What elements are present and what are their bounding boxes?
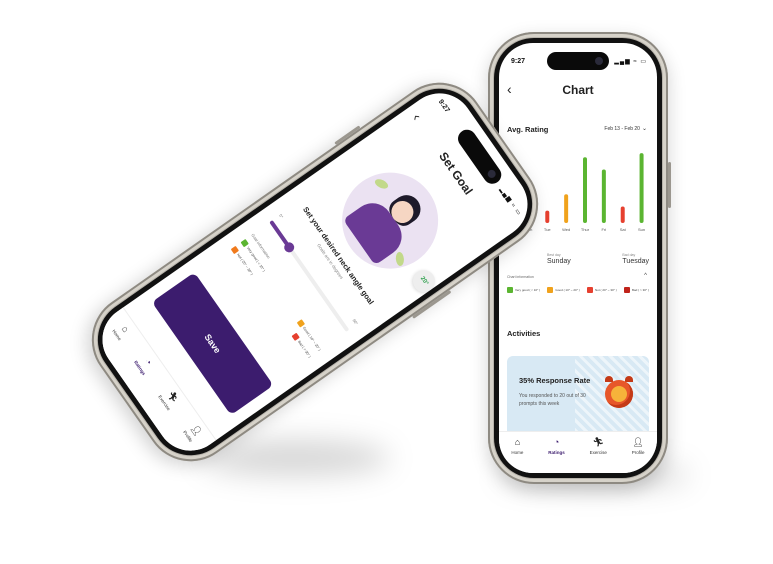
- tab-label: Profile: [631, 450, 645, 455]
- chart-screen: 9:27 ▂▄▆ ≈ ▭ ‹ Chart Avg. Rating Feb 13 …: [499, 43, 657, 473]
- x-tick-label: Thur: [581, 227, 590, 232]
- card-description: You responded to 20 out of 30 prompts th…: [519, 393, 586, 407]
- chart-bar: [620, 206, 625, 223]
- chart-bar: [639, 153, 644, 223]
- tab-ratings[interactable]: ◔ Ratings: [548, 437, 565, 455]
- page-title: Chart: [562, 83, 594, 97]
- legend-label: Bad ( > 30° ): [297, 339, 312, 359]
- legend-label: Very good ( < 10° ): [515, 288, 541, 292]
- tab-label: Ratings: [548, 450, 565, 455]
- stat-value: Tuesday: [622, 258, 649, 265]
- chart-info-label: Chart information: [507, 275, 534, 279]
- date-range-select[interactable]: Feb 13 - Feb 20 ⌄: [604, 125, 647, 132]
- tab-profile[interactable]: 👤︎ Profile: [632, 437, 645, 455]
- date-range-value: Feb 13 - Feb 20: [604, 126, 640, 132]
- status-icons: ▂▄▆ ≈ ▭: [614, 59, 647, 65]
- x-tick-label: Tue: [544, 227, 552, 232]
- legend-swatch: [624, 287, 630, 293]
- slider-min-label: 0°: [278, 213, 285, 220]
- status-time: 9:27: [436, 98, 451, 114]
- user-icon: 👤︎: [632, 437, 644, 447]
- chart-legend: Very good ( < 10° ) Good ( 10° ~ 20° ) N…: [507, 287, 649, 293]
- home-icon: ⌂: [119, 323, 132, 335]
- tab-home[interactable]: ⌂ Home: [511, 437, 523, 455]
- chevron-up-icon: ^: [644, 273, 647, 279]
- card-title: 35% Response Rate: [519, 376, 591, 385]
- chevron-down-icon: ⌄: [641, 126, 647, 132]
- right-phone: 9:27 ▂▄▆ ≈ ▭ ‹ Chart Avg. Rating Feb 13 …: [485, 32, 671, 484]
- bottom-tab-bar: ⌂ Home ◔ Ratings 🏃︎ Exercise 👤︎ Profile: [499, 431, 657, 473]
- legend-item: Very good ( < 10° ): [507, 287, 540, 293]
- legend-swatch: [587, 287, 594, 293]
- alarm-face: [611, 386, 627, 402]
- left-phone: 9:27 ▂▄▆ ≈ ▭ ‹ Set Goal 20° Set your des…: [73, 64, 557, 480]
- stat-key: Best day: [547, 253, 561, 257]
- slider-max-label: 90°: [351, 317, 360, 326]
- legend-label: Bad ( > 30° ): [632, 288, 649, 292]
- response-rate-card[interactable]: 35% Response Rate You responded to 20 ou…: [507, 356, 649, 442]
- legend-swatch: [547, 287, 554, 293]
- chart-bar: [545, 210, 550, 223]
- activities-label: Activities: [507, 329, 541, 338]
- x-tick-label: Wed: [562, 227, 570, 232]
- tab-ratings[interactable]: ◔ Ratings: [133, 352, 157, 376]
- legend-label: Good ( 10° ~ 20° ): [555, 288, 580, 292]
- home-icon: ⌂: [514, 437, 521, 447]
- tab-label: Home: [511, 450, 524, 455]
- legend-item: Good ( 10° ~ 20° ): [547, 287, 580, 293]
- tab-exercise[interactable]: 🏃︎ Exercise: [157, 387, 182, 411]
- alarm-clock-icon: [605, 376, 633, 408]
- chart-bar: [583, 157, 587, 223]
- stat-value: Sunday: [547, 258, 571, 265]
- tab-exercise[interactable]: 🏃︎ Exercise: [590, 437, 607, 455]
- legend-item: Bad ( > 30° ): [624, 287, 649, 293]
- tab-profile[interactable]: 👤︎ Profile: [182, 422, 204, 443]
- chart-bar: [601, 169, 606, 223]
- tab-label: Exercise: [589, 450, 607, 455]
- legend-swatch: [507, 287, 513, 293]
- legend-item: Not ( 20° ~ 30° ): [587, 287, 617, 293]
- legend-label: Not ( 20° ~ 30° ): [595, 288, 617, 292]
- x-tick-label: Sun: [638, 227, 645, 232]
- stat-key: Bad day: [622, 253, 636, 257]
- chart-header: ‹ Chart: [499, 79, 657, 103]
- chart-info-toggle[interactable]: Chart information ^: [507, 273, 647, 279]
- x-tick-label: Sat: [620, 227, 627, 232]
- x-tick-label: Fri: [602, 227, 607, 232]
- side-button: [668, 162, 671, 208]
- set-goal-screen: 9:27 ▂▄▆ ≈ ▭ ‹ Set Goal 20° Set your des…: [89, 80, 541, 464]
- left-phone-shadow: [200, 440, 390, 476]
- dynamic-island: [547, 52, 609, 70]
- status-time: 9:27: [511, 58, 526, 65]
- running-person-icon: 🏃︎: [592, 437, 605, 447]
- avg-rating-label: Avg. Rating: [507, 125, 549, 134]
- pie-chart-icon: ◔: [553, 437, 560, 447]
- status-icons: ▂▄▆ ≈ ▭: [498, 186, 523, 218]
- pie-chart-icon: ◔: [142, 356, 155, 367]
- tab-home[interactable]: ⌂ Home: [111, 321, 133, 341]
- chart-bar: [564, 194, 569, 223]
